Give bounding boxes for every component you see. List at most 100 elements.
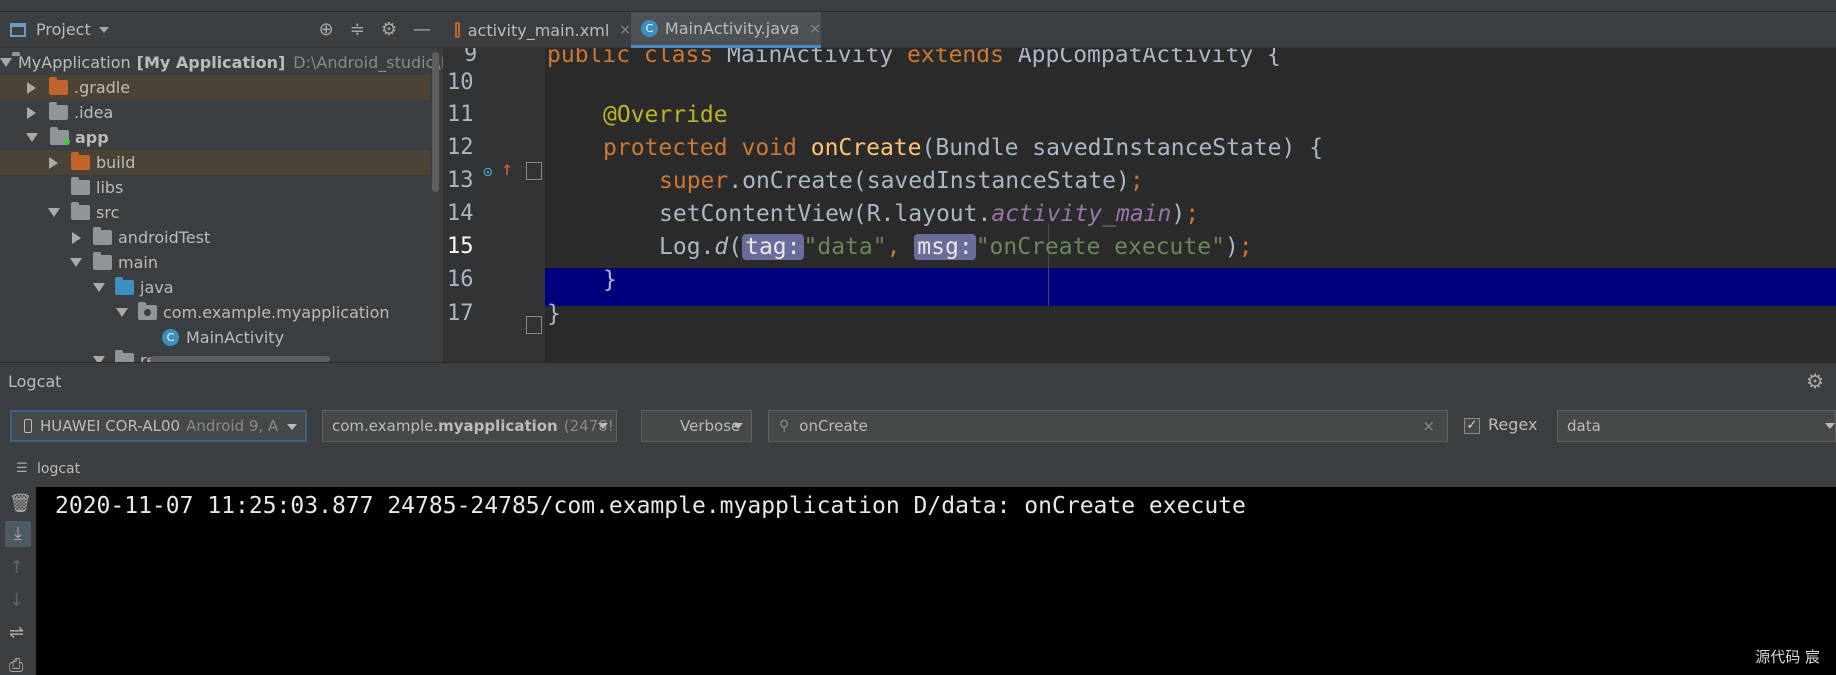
chevron-down-icon bbox=[733, 423, 743, 429]
folder-icon bbox=[115, 350, 134, 362]
trash-icon[interactable]: 🗑 bbox=[9, 493, 32, 514]
folder-icon bbox=[49, 77, 68, 95]
code-line-17: } bbox=[547, 301, 561, 327]
chevron-down-icon bbox=[598, 423, 608, 429]
list-icon: ☰ bbox=[16, 460, 28, 476]
watermark: 源代码 宸 bbox=[1755, 648, 1820, 666]
log-line: 2020-11-07 11:25:03.877 24785-24785/com.… bbox=[55, 493, 1246, 519]
tree-item-src[interactable]: src bbox=[0, 200, 430, 225]
logcat-title-bar: Logcat ⚙ bbox=[0, 362, 1836, 400]
line-number: 14 bbox=[447, 201, 474, 226]
line-number: 13 bbox=[447, 168, 474, 193]
fold-marker-icon[interactable] bbox=[526, 316, 542, 334]
down-arrow-icon[interactable]: ↓ bbox=[9, 590, 24, 611]
folder-icon bbox=[93, 227, 112, 245]
up-arrow-icon[interactable]: ↑ bbox=[9, 557, 24, 578]
soft-wrap-icon[interactable]: ⇌ bbox=[9, 622, 24, 643]
xml-file-icon bbox=[455, 22, 460, 38]
expand-arrow-icon[interactable] bbox=[116, 308, 128, 317]
logcat-title: Logcat bbox=[8, 372, 62, 391]
close-icon[interactable]: × bbox=[619, 22, 631, 38]
tree-item-build[interactable]: build bbox=[0, 150, 430, 175]
process-selector[interactable]: com.example. myapplication (2478! bbox=[322, 410, 617, 442]
code-line-12: protected void onCreate(Bundle savedInst… bbox=[603, 135, 1324, 161]
parameter-hint: tag: bbox=[742, 234, 804, 260]
expand-arrow-icon[interactable] bbox=[49, 156, 58, 169]
tab-mainactivity-java[interactable]: C MainActivity.java × bbox=[631, 12, 821, 48]
search-input[interactable]: ⚲ onCreate × bbox=[768, 410, 1448, 442]
tree-vertical-scrollbar[interactable] bbox=[432, 52, 439, 192]
folder-icon bbox=[93, 252, 112, 270]
print-icon[interactable]: ⎙ bbox=[9, 655, 23, 675]
code-line-11: @Override bbox=[603, 102, 728, 128]
expand-arrow-icon[interactable] bbox=[0, 58, 12, 67]
code-line-13: super.onCreate(savedInstanceState); bbox=[659, 168, 1144, 194]
phone-icon bbox=[24, 419, 32, 433]
close-icon[interactable]: × bbox=[1422, 417, 1435, 435]
expand-arrow-icon[interactable] bbox=[93, 283, 105, 292]
current-line-highlight bbox=[443, 268, 1836, 306]
chevron-down-icon[interactable] bbox=[98, 26, 109, 33]
search-icon: ⚲ bbox=[779, 418, 790, 434]
expand-arrow-icon[interactable] bbox=[70, 258, 82, 267]
code-line-9: public class MainActivity extends AppCom… bbox=[547, 48, 1281, 68]
expand-arrow-icon[interactable] bbox=[48, 208, 60, 217]
line-number: 17 bbox=[447, 301, 474, 326]
tree-item-java[interactable]: java bbox=[0, 275, 430, 300]
folder-icon bbox=[71, 177, 90, 195]
line-number: 10 bbox=[447, 70, 474, 95]
tree-item-main[interactable]: main bbox=[0, 250, 430, 275]
locate-icon[interactable]: ⊕ bbox=[319, 20, 334, 40]
tree-item-androidtest[interactable]: androidTest bbox=[0, 225, 430, 250]
project-window-icon bbox=[10, 22, 26, 37]
log-level-selector[interactable]: Verbose bbox=[641, 410, 752, 442]
tree-item-package[interactable]: com.example.myapplication bbox=[0, 300, 430, 325]
expand-arrow-icon[interactable] bbox=[27, 106, 36, 119]
code-line-14: setContentView(R.layout.activity_main); bbox=[659, 201, 1200, 227]
tab-activity-main-xml[interactable]: activity_main.xml × bbox=[451, 12, 631, 48]
expand-arrow-icon[interactable] bbox=[72, 231, 81, 244]
expand-arrow-icon[interactable] bbox=[27, 81, 36, 94]
log-output[interactable]: 2020-11-07 11:25:03.877 24785-24785/com.… bbox=[36, 487, 1836, 675]
minimize-icon[interactable]: — bbox=[413, 20, 431, 40]
fold-marker-icon[interactable] bbox=[526, 162, 542, 180]
logcat-tab-label[interactable]: logcat bbox=[37, 461, 80, 477]
device-selector[interactable]: HUAWEI COR-AL00 Android 9, A bbox=[10, 410, 307, 442]
tree-item-libs[interactable]: libs bbox=[0, 175, 430, 200]
line-number: 11 bbox=[447, 102, 474, 127]
filter-selector[interactable]: data bbox=[1557, 410, 1836, 442]
code-line-15: Log.d(tag: "data", msg: "onCreate execute"… bbox=[659, 234, 1253, 260]
tree-item-idea[interactable]: .idea bbox=[0, 100, 430, 125]
line-number: 9 bbox=[464, 48, 478, 67]
line-number: 15 bbox=[447, 234, 474, 259]
editor-tab-bar: activity_main.xml × C MainActivity.java … bbox=[443, 12, 1836, 48]
code-editor[interactable]: ⊙ ↑ 9 10 11 12 13 14 15 16 17 public cla… bbox=[443, 48, 1836, 362]
folder-icon bbox=[49, 102, 68, 120]
gear-icon[interactable]: ⚙ bbox=[1806, 369, 1824, 393]
logcat-subheader: ☰ logcat bbox=[0, 450, 1836, 487]
gear-icon[interactable]: ⚙ bbox=[381, 20, 397, 40]
scroll-to-end-icon[interactable]: ⤓ bbox=[5, 521, 31, 547]
code-line-16: } bbox=[603, 267, 617, 293]
tree-item-app[interactable]: app bbox=[0, 125, 430, 150]
regex-checkbox[interactable]: ✓ bbox=[1464, 418, 1480, 434]
chevron-down-icon bbox=[1825, 423, 1835, 429]
folder-icon bbox=[71, 202, 90, 220]
project-panel-header: Project ⊕ ≑ ⚙ — bbox=[0, 12, 443, 48]
close-icon[interactable]: × bbox=[809, 21, 821, 37]
folder-icon bbox=[71, 152, 90, 170]
tree-item-myapplication[interactable]: MyApplication [My Application] D:\Androi… bbox=[0, 50, 443, 75]
expand-arrow-icon[interactable] bbox=[26, 133, 38, 142]
top-toolbar-strip bbox=[0, 0, 1836, 12]
java-class-icon: C bbox=[162, 329, 179, 346]
logcat-side-toolbar: 🗑 ⤓ ↑ ↓ ⇌ ⎙ bbox=[0, 487, 36, 675]
collapse-all-icon[interactable]: ≑ bbox=[350, 20, 365, 40]
tree-item-mainactivity[interactable]: C MainActivity bbox=[0, 325, 430, 350]
java-class-icon: C bbox=[641, 20, 658, 37]
project-view-selector[interactable]: Project bbox=[36, 20, 91, 39]
tree-item-gradle[interactable]: .gradle bbox=[0, 75, 430, 100]
chevron-down-icon bbox=[287, 424, 297, 430]
parameter-hint: msg: bbox=[914, 234, 976, 260]
module-folder-icon bbox=[50, 127, 70, 145]
project-tree: MyApplication [My Application] D:\Androi… bbox=[0, 48, 443, 362]
